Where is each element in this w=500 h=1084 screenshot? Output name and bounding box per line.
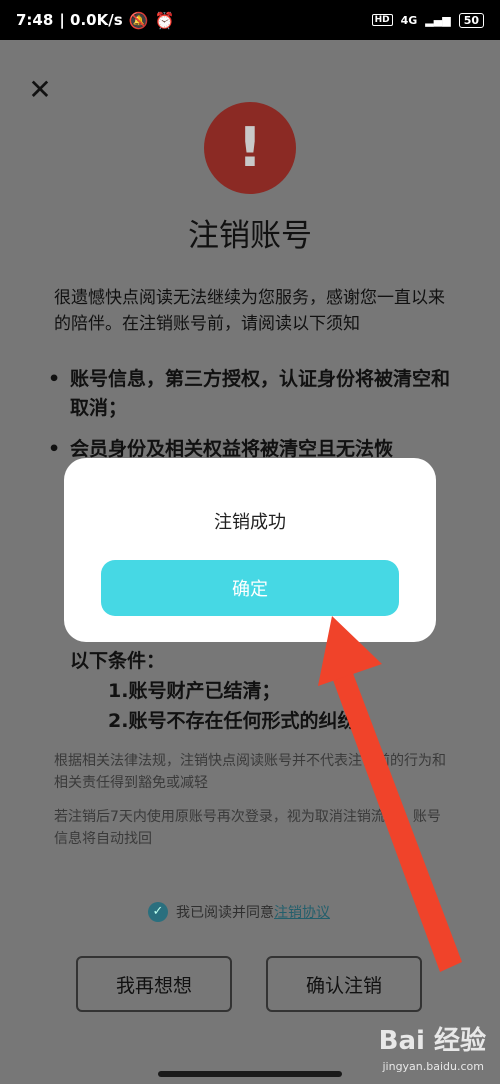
- conditions-block: 以下条件： 1.账号财产已结清； 2.账号不存在任何形式的纠纷。: [70, 646, 375, 736]
- agreement-row[interactable]: ✓ 我已阅读并同意 注销协议: [148, 902, 330, 922]
- network-indicator: 4G: [400, 13, 418, 27]
- reconsider-button[interactable]: 我再想想: [76, 956, 232, 1012]
- intro-text: 很遗憾快点阅读无法继续为您服务，感谢您一直以来的陪伴。在注销账号前，请阅读以下须…: [54, 288, 445, 334]
- legal-text: 若注销后7天内使用原账号再次登录，视为取消注销流程，账号信息将自动找回: [54, 809, 441, 847]
- status-speed: | 0.0K/s: [59, 11, 123, 29]
- home-indicator[interactable]: [158, 1071, 342, 1077]
- confirm-cancel-button[interactable]: 确认注销: [266, 956, 422, 1012]
- status-time: 7:48: [16, 11, 54, 29]
- notification-off-icon: 🔕: [128, 10, 149, 30]
- legal-text: 根据相关法律法规，注销快点阅读账号并不代表注销前的行为和相关责任得到豁免或减轻: [54, 753, 446, 791]
- signal-icon: ▂▄▆: [425, 13, 451, 27]
- status-bar: 7:48 | 0.0K/s 🔕 ⏰ HD 4G ▂▄▆ 50: [0, 0, 500, 40]
- dialog-confirm-button[interactable]: 确定: [101, 560, 399, 616]
- watermark-logo: Bai 经验: [378, 1026, 486, 1056]
- condition-item: 2.账号不存在任何形式的纠纷。: [108, 710, 376, 732]
- check-circle-icon[interactable]: ✓: [148, 902, 168, 922]
- conditions-heading: 以下条件：: [70, 650, 166, 672]
- hd-icon: HD: [371, 14, 393, 26]
- success-dialog: 注销成功 确定: [64, 458, 436, 642]
- close-icon[interactable]: ✕: [28, 76, 52, 104]
- watermark-url: jingyan.baidu.com: [382, 1060, 484, 1073]
- condition-item: 1.账号财产已结清；: [108, 680, 281, 702]
- notice-item: 账号信息，第三方授权，认证身份将被清空和取消；: [48, 365, 458, 423]
- dialog-message: 注销成功: [214, 512, 286, 533]
- battery-indicator: 50: [458, 12, 484, 28]
- agreement-link[interactable]: 注销协议: [274, 902, 330, 922]
- alarm-icon: ⏰: [154, 10, 175, 30]
- exclamation-icon: !: [204, 102, 296, 194]
- page-title: 注销账号: [188, 218, 312, 254]
- agreement-text: 我已阅读并同意: [176, 905, 274, 921]
